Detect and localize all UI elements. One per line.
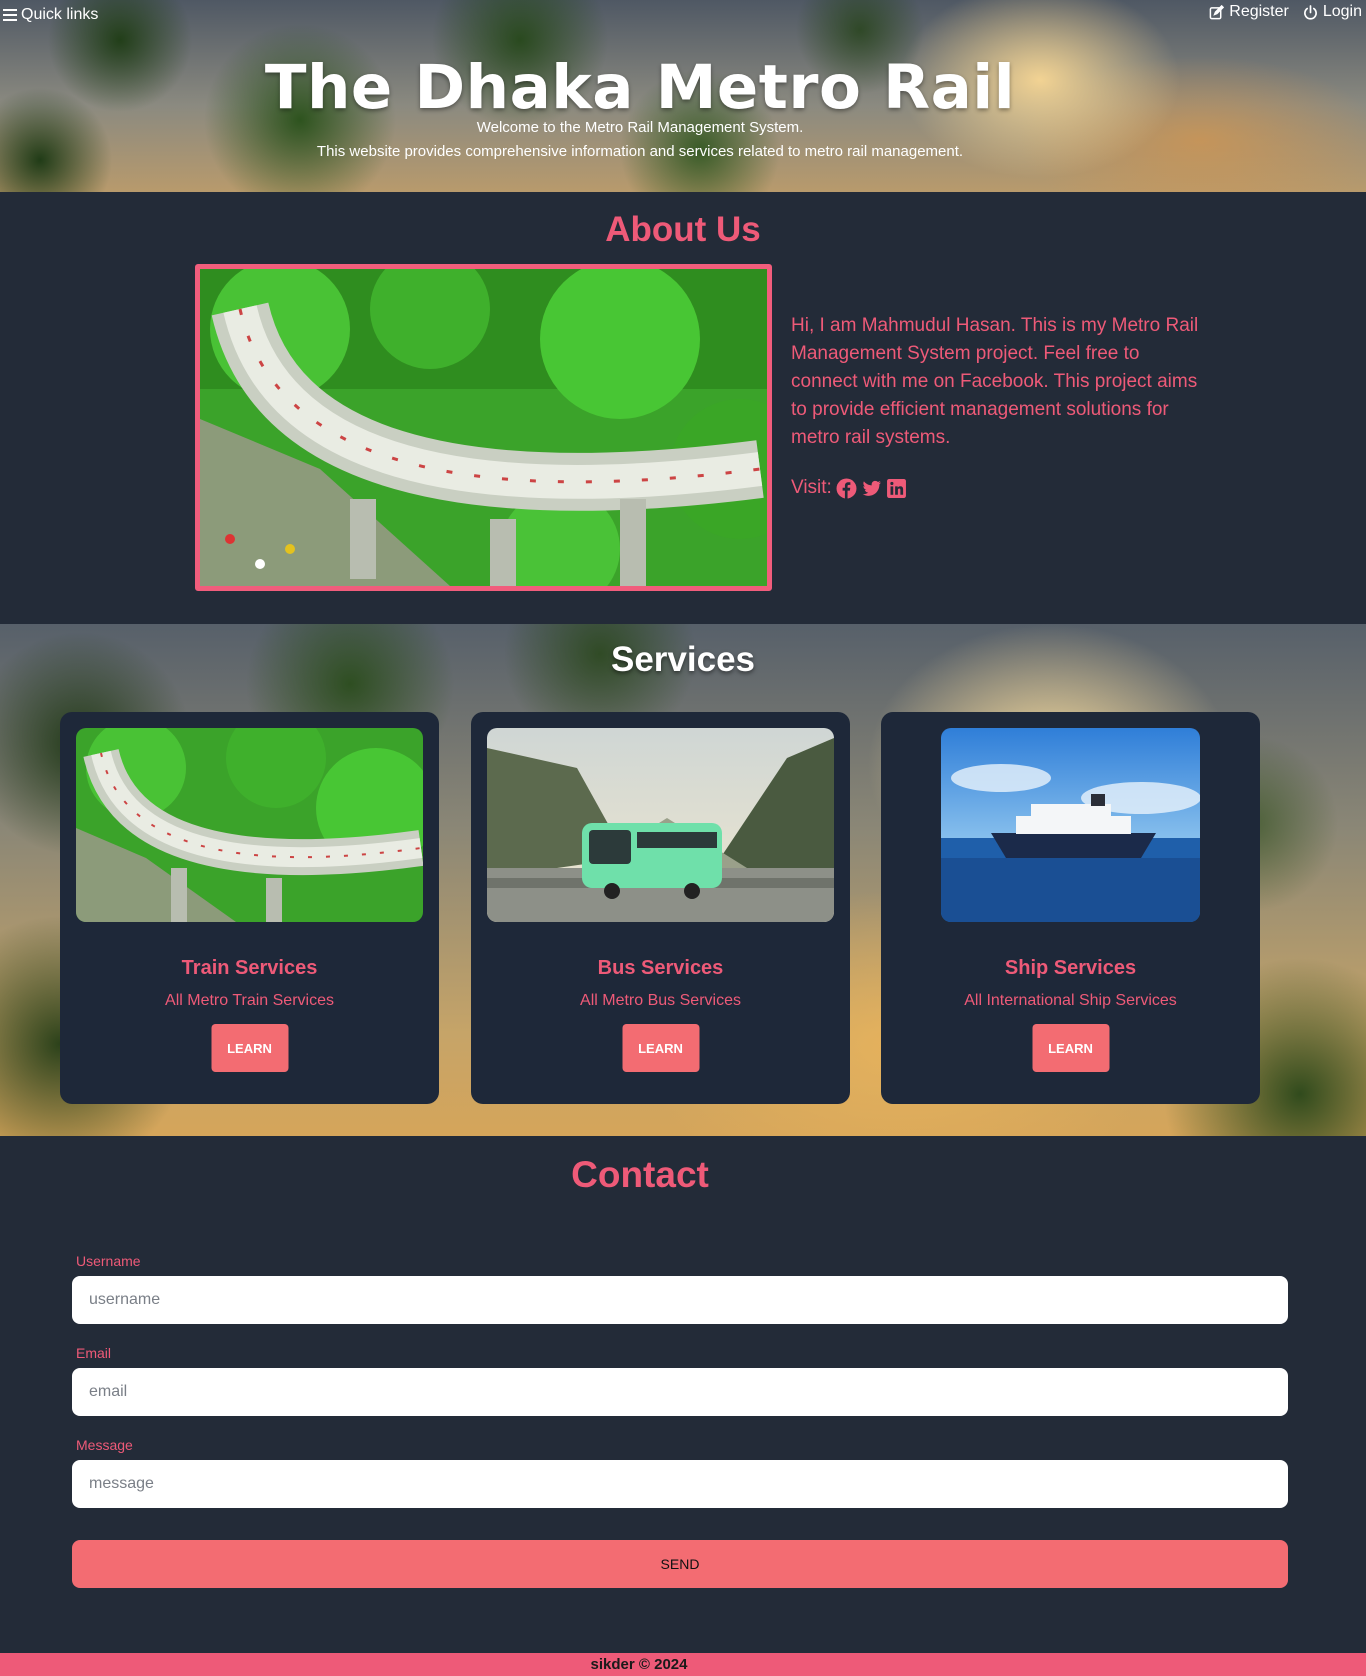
service-card-train: Train Services All Metro Train Services … [60, 712, 439, 1104]
services-heading: Services [610, 640, 756, 679]
service-card-ship: Ship Services All International Ship Ser… [881, 712, 1260, 1104]
page-title: The Dhaka Metro Rail [264, 52, 1016, 123]
message-input[interactable] [72, 1460, 1288, 1508]
register-link[interactable]: Register [1209, 3, 1289, 21]
hero-subtitle-line2: This website provides comprehensive info… [316, 143, 964, 160]
facebook-icon[interactable] [836, 478, 857, 499]
footer: sikder © 2024 [0, 1653, 1366, 1676]
ship-service-image [941, 728, 1200, 922]
quick-links-label: Quick links [21, 6, 99, 23]
service-card-bus: Bus Services All Metro Bus Services LEAR… [471, 712, 850, 1104]
ship-service-title: Ship Services [1004, 957, 1137, 979]
services-section: Services Train Services All Metro Train … [0, 624, 1366, 1136]
train-service-title: Train Services [181, 957, 318, 979]
send-button[interactable]: SEND [72, 1540, 1288, 1588]
visit-label: Visit: [791, 477, 832, 498]
train-service-description: All Metro Train Services [165, 992, 334, 1009]
contact-heading: Contact [571, 1154, 709, 1195]
about-heading: About Us [605, 210, 761, 249]
social-links: Visit: [791, 477, 907, 499]
quick-links-button[interactable]: Quick links [3, 6, 98, 24]
email-input[interactable] [72, 1368, 1288, 1416]
train-service-image [76, 728, 423, 922]
login-link[interactable]: Login [1303, 3, 1362, 21]
footer-copyright: sikder © 2024 [590, 1656, 688, 1673]
about-description: Hi, I am Mahmudul Hasan. This is my Metr… [791, 315, 1199, 448]
twitter-icon[interactable] [861, 478, 882, 499]
register-label: Register [1229, 3, 1289, 20]
auth-nav: Register Login [1209, 3, 1362, 21]
hero-banner: Quick links Register Login The Dhaka Met… [0, 0, 1366, 192]
about-section: About Us Hi, I am Mahmudul Hasan. This i… [0, 192, 1366, 624]
metro-train-image [195, 264, 772, 591]
bus-service-title: Bus Services [597, 957, 724, 979]
ship-service-description: All International Ship Services [964, 992, 1177, 1009]
bus-service-image [487, 728, 834, 922]
email-label: Email [76, 1345, 112, 1361]
message-label: Message [76, 1437, 133, 1453]
username-label: Username [76, 1253, 141, 1269]
username-input[interactable] [72, 1276, 1288, 1324]
ship-learn-button[interactable]: LEARN [1032, 1024, 1109, 1072]
bus-service-description: All Metro Bus Services [580, 992, 741, 1009]
edit-icon [1209, 4, 1225, 19]
hamburger-icon [3, 9, 17, 21]
train-learn-button[interactable]: LEARN [211, 1024, 288, 1072]
bus-learn-button[interactable]: LEARN [622, 1024, 699, 1072]
linkedin-icon[interactable] [886, 478, 907, 499]
contact-section: Contact Username Email Message SEND [0, 1136, 1366, 1653]
login-label: Login [1322, 3, 1362, 20]
power-icon [1303, 4, 1317, 20]
hero-subtitle-line1: Welcome to the Metro Rail Management Sys… [476, 119, 804, 136]
